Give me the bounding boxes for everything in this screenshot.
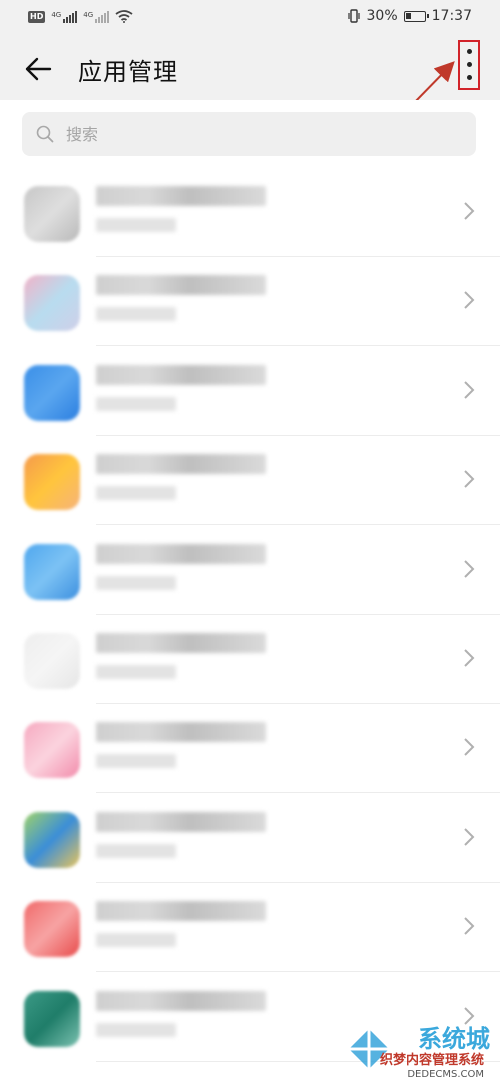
- app-icon: [24, 186, 80, 242]
- page-title: 应用管理: [78, 58, 178, 86]
- status-bar: HD 4G 4G 30% 17:37: [0, 0, 500, 36]
- app-name-redacted: [96, 633, 266, 653]
- app-list-item[interactable]: [0, 436, 500, 526]
- status-left: HD 4G 4G: [28, 10, 133, 23]
- app-name-redacted: [96, 186, 266, 206]
- signal-icon-secondary: 4G: [83, 10, 110, 23]
- watermark-cms-text: 织梦内容管理系统: [379, 1053, 484, 1068]
- app-size-redacted: [96, 486, 176, 501]
- chevron-right-icon: [464, 291, 475, 310]
- app-name-redacted: [96, 811, 266, 832]
- app-list-item[interactable]: [0, 168, 500, 257]
- search-container: [0, 100, 500, 170]
- search-icon: [36, 125, 54, 143]
- battery-icon: [403, 10, 429, 22]
- chevron-right-icon: [464, 202, 475, 220]
- app-list-item[interactable]: [0, 257, 500, 347]
- app-name-redacted: [96, 543, 266, 564]
- app-name-redacted: [96, 364, 266, 385]
- status-right: 30% 17:37: [347, 8, 472, 24]
- app-list-item[interactable]: [0, 883, 500, 973]
- app-size-redacted: [96, 218, 176, 232]
- chevron-right-icon: [464, 738, 475, 757]
- app-icon: [24, 633, 80, 689]
- network-type-label-secondary: 4G: [83, 10, 94, 19]
- app-name-redacted: [96, 901, 266, 922]
- app-name-redacted: [96, 722, 266, 743]
- app-size-redacted: [96, 665, 176, 679]
- site-watermark: 系统城 织梦内容管理系统 DEDECMS.COM: [344, 1024, 494, 1082]
- app-icon: [24, 543, 80, 600]
- app-icon: [24, 901, 80, 958]
- search-input[interactable]: [22, 112, 476, 156]
- chevron-right-icon: [464, 559, 475, 578]
- app-icon: [24, 454, 80, 511]
- app-size-redacted: [96, 843, 176, 858]
- app-size-redacted: [96, 754, 176, 769]
- app-name-redacted: [96, 454, 266, 475]
- chevron-right-icon: [464, 470, 475, 488]
- app-list-item[interactable]: [0, 704, 500, 794]
- app-list-item[interactable]: [0, 347, 500, 436]
- app-bar: 应用管理: [0, 36, 500, 100]
- chevron-right-icon: [464, 828, 475, 846]
- app-list-item[interactable]: [0, 794, 500, 883]
- network-type-label: 4G: [51, 10, 62, 19]
- arrow-left-icon: [25, 57, 52, 81]
- more-options-button[interactable]: [458, 40, 480, 90]
- signal-icon: 4G: [51, 10, 78, 23]
- app-icon: [24, 811, 80, 868]
- chevron-right-icon: [464, 381, 475, 399]
- status-time: 17:37: [431, 8, 472, 24]
- app-size-redacted: [96, 933, 176, 948]
- battery-percent: 30%: [366, 8, 398, 24]
- app-size-redacted: [96, 396, 176, 411]
- app-name-redacted: [96, 275, 266, 296]
- app-icon: [24, 722, 80, 779]
- app-icon: [24, 990, 80, 1047]
- app-name-redacted: [96, 990, 266, 1011]
- chevron-right-icon: [464, 649, 475, 667]
- app-icon: [24, 275, 80, 332]
- vibrate-icon: [347, 9, 360, 23]
- app-size-redacted: [96, 307, 176, 322]
- hd-voice-badge: HD: [28, 10, 46, 23]
- app-icon: [24, 364, 80, 421]
- app-list-item[interactable]: [0, 615, 500, 704]
- app-size-redacted: [96, 575, 176, 590]
- app-list-item[interactable]: [0, 526, 500, 615]
- wifi-icon: [115, 10, 133, 23]
- watermark-url: DEDECMS.COM: [407, 1069, 484, 1080]
- app-size-redacted: [96, 1022, 176, 1037]
- chevron-right-icon: [464, 917, 475, 935]
- back-button[interactable]: [18, 50, 58, 86]
